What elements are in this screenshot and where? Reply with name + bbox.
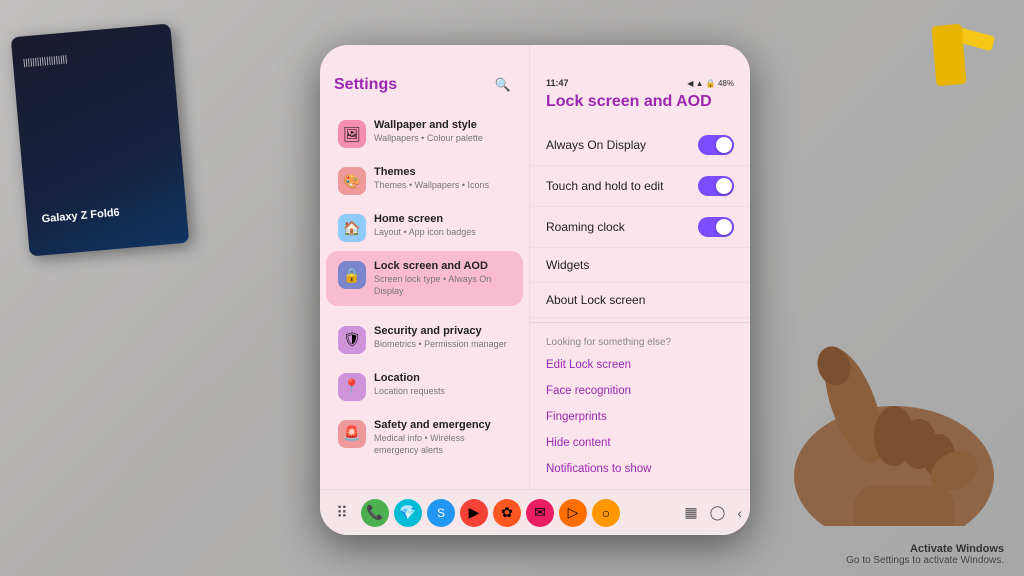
touch-hold-toggle-knob bbox=[716, 178, 732, 194]
about-label: About Lock screen bbox=[546, 293, 645, 307]
aod-toggle[interactable] bbox=[698, 135, 734, 155]
setting-row-touch-hold[interactable]: Touch and hold to edit bbox=[530, 166, 750, 207]
themes-title: Themes bbox=[374, 165, 511, 179]
touch-hold-label: Touch and hold to edit bbox=[546, 179, 663, 193]
settings-divider bbox=[320, 307, 529, 315]
lock-screen-icon: 🔒 bbox=[338, 261, 366, 289]
corner-object-2 bbox=[931, 24, 966, 86]
home-screen-title: Home screen bbox=[374, 212, 511, 226]
phone-box-barcode: ||||||||||||||||||| bbox=[22, 53, 67, 69]
themes-subtitle: Themes • Wallpapers • Icons bbox=[374, 180, 511, 192]
security-title: Security and privacy bbox=[374, 324, 511, 338]
roaming-toggle[interactable] bbox=[698, 217, 734, 237]
status-icons: ◀ ▲ 🔒 48% bbox=[687, 79, 734, 88]
safety-text: Safety and emergency Medical info • Wire… bbox=[374, 418, 511, 457]
section-divider bbox=[530, 322, 750, 323]
safety-title: Safety and emergency bbox=[374, 418, 511, 432]
settings-item-security[interactable]: 🛡 Security and privacy Biometrics • Perm… bbox=[326, 316, 523, 362]
aod-toggle-knob bbox=[716, 137, 732, 153]
nav-circle-app[interactable]: ○ bbox=[592, 499, 620, 527]
link-hide-content[interactable]: Hide content bbox=[530, 430, 750, 456]
windows-activate-sub: Go to Settings to activate Windows. bbox=[846, 555, 1004, 566]
security-icon: 🛡 bbox=[338, 326, 366, 354]
nav-home-button[interactable]: ◯ bbox=[710, 504, 726, 521]
nav-mail-app[interactable]: ✉ bbox=[526, 499, 554, 527]
windows-activate-title: Activate Windows bbox=[846, 543, 1004, 555]
roaming-toggle-knob bbox=[716, 219, 732, 235]
widgets-label: Widgets bbox=[546, 258, 589, 272]
safety-subtitle: Medical info • Wireless emergency alerts bbox=[374, 433, 511, 456]
search-button[interactable]: 🔍 bbox=[491, 73, 515, 97]
navigation-bar: ⠿ 📞 💎 S ▶ ✿ ✉ ▷ ○ ▦ ◯ ‹ bbox=[320, 489, 750, 535]
status-time: 11:47 bbox=[546, 78, 569, 88]
lock-screen-title: Lock screen and AOD bbox=[374, 259, 511, 273]
safety-icon: 🚨 bbox=[338, 420, 366, 448]
settings-left-panel: Settings 🔍 🖼 Wallpaper and style Wallpap… bbox=[320, 45, 530, 535]
status-bar: 11:47 ◀ ▲ 🔒 48% bbox=[530, 73, 750, 93]
aod-label: Always On Display bbox=[546, 138, 646, 152]
wallpaper-text: Wallpaper and style Wallpapers • Colour … bbox=[374, 118, 511, 145]
nav-play-app[interactable]: ▷ bbox=[559, 499, 587, 527]
device-frame: Settings 🔍 🖼 Wallpaper and style Wallpap… bbox=[320, 45, 750, 535]
themes-icon: 🎨 bbox=[338, 167, 366, 195]
phone-box: ||||||||||||||||||| Galaxy Z Fold6 bbox=[11, 23, 190, 256]
nav-back-button[interactable]: ‹ bbox=[737, 505, 742, 521]
nav-phone-app[interactable]: 📞 bbox=[361, 499, 389, 527]
security-subtitle: Biometrics • Permission manager bbox=[374, 339, 511, 351]
location-title: Location bbox=[374, 371, 511, 385]
roaming-label: Roaming clock bbox=[546, 220, 625, 234]
lock-screen-text: Lock screen and AOD Screen lock type • A… bbox=[374, 259, 511, 298]
touch-hold-toggle[interactable] bbox=[698, 176, 734, 196]
setting-row-aod[interactable]: Always On Display bbox=[530, 125, 750, 166]
nav-red-app[interactable]: ▶ bbox=[460, 499, 488, 527]
settings-item-location[interactable]: 📍 Location Location requests bbox=[326, 363, 523, 409]
phone-box-logo: Galaxy Z Fold6 bbox=[41, 207, 120, 226]
lock-screen-panel-title: Lock screen and AOD bbox=[530, 93, 750, 125]
nav-flower-app[interactable]: ✿ bbox=[493, 499, 521, 527]
link-face-recognition[interactable]: Face recognition bbox=[530, 378, 750, 404]
home-screen-text: Home screen Layout • App icon badges bbox=[374, 212, 511, 239]
settings-item-wallpaper[interactable]: 🖼 Wallpaper and style Wallpapers • Colou… bbox=[326, 110, 523, 156]
wallpaper-icon: 🖼 bbox=[338, 120, 366, 148]
setting-row-widgets[interactable]: Widgets bbox=[530, 248, 750, 283]
settings-item-lock-screen[interactable]: 🔒 Lock screen and AOD Screen lock type •… bbox=[326, 251, 523, 306]
settings-header: Settings 🔍 bbox=[320, 73, 529, 109]
nav-all-apps[interactable]: ⠿ bbox=[328, 499, 356, 527]
settings-title: Settings bbox=[334, 76, 397, 94]
home-screen-subtitle: Layout • App icon badges bbox=[374, 227, 511, 239]
nav-apps-container: ⠿ 📞 💎 S ▶ ✿ ✉ ▷ ○ bbox=[328, 499, 620, 527]
settings-item-safety[interactable]: 🚨 Safety and emergency Medical info • Wi… bbox=[326, 410, 523, 465]
location-text: Location Location requests bbox=[374, 371, 511, 398]
link-notifications[interactable]: Notifications to show bbox=[530, 456, 750, 482]
setting-row-roaming[interactable]: Roaming clock bbox=[530, 207, 750, 248]
link-fingerprints[interactable]: Fingerprints bbox=[530, 404, 750, 430]
home-screen-icon: 🏠 bbox=[338, 214, 366, 242]
security-text: Security and privacy Biometrics • Permis… bbox=[374, 324, 511, 351]
settings-item-home-screen[interactable]: 🏠 Home screen Layout • App icon badges bbox=[326, 204, 523, 250]
windows-activate: Activate Windows Go to Settings to activ… bbox=[846, 543, 1004, 566]
wallpaper-title: Wallpaper and style bbox=[374, 118, 511, 132]
device-screen: Settings 🔍 🖼 Wallpaper and style Wallpap… bbox=[320, 45, 750, 535]
nav-skype-app[interactable]: S bbox=[427, 499, 455, 527]
nav-recents-button[interactable]: ▦ bbox=[684, 504, 697, 521]
setting-row-about[interactable]: About Lock screen bbox=[530, 283, 750, 318]
settings-item-themes[interactable]: 🎨 Themes Themes • Wallpapers • Icons bbox=[326, 157, 523, 203]
lock-screen-subtitle: Screen lock type • Always On Display bbox=[374, 274, 511, 297]
corner-objects bbox=[904, 20, 1004, 100]
location-subtitle: Location requests bbox=[374, 386, 511, 398]
lock-screen-right-panel: 11:47 ◀ ▲ 🔒 48% Lock screen and AOD Alwa… bbox=[530, 45, 750, 535]
nav-controls: ▦ ◯ ‹ bbox=[684, 504, 742, 521]
themes-text: Themes Themes • Wallpapers • Icons bbox=[374, 165, 511, 192]
link-edit-lock-screen[interactable]: Edit Lock screen bbox=[530, 352, 750, 378]
location-icon: 📍 bbox=[338, 373, 366, 401]
wallpaper-subtitle: Wallpapers • Colour palette bbox=[374, 133, 511, 145]
looking-for-label: Looking for something else? bbox=[530, 327, 750, 352]
nav-gem-app[interactable]: 💎 bbox=[394, 499, 422, 527]
